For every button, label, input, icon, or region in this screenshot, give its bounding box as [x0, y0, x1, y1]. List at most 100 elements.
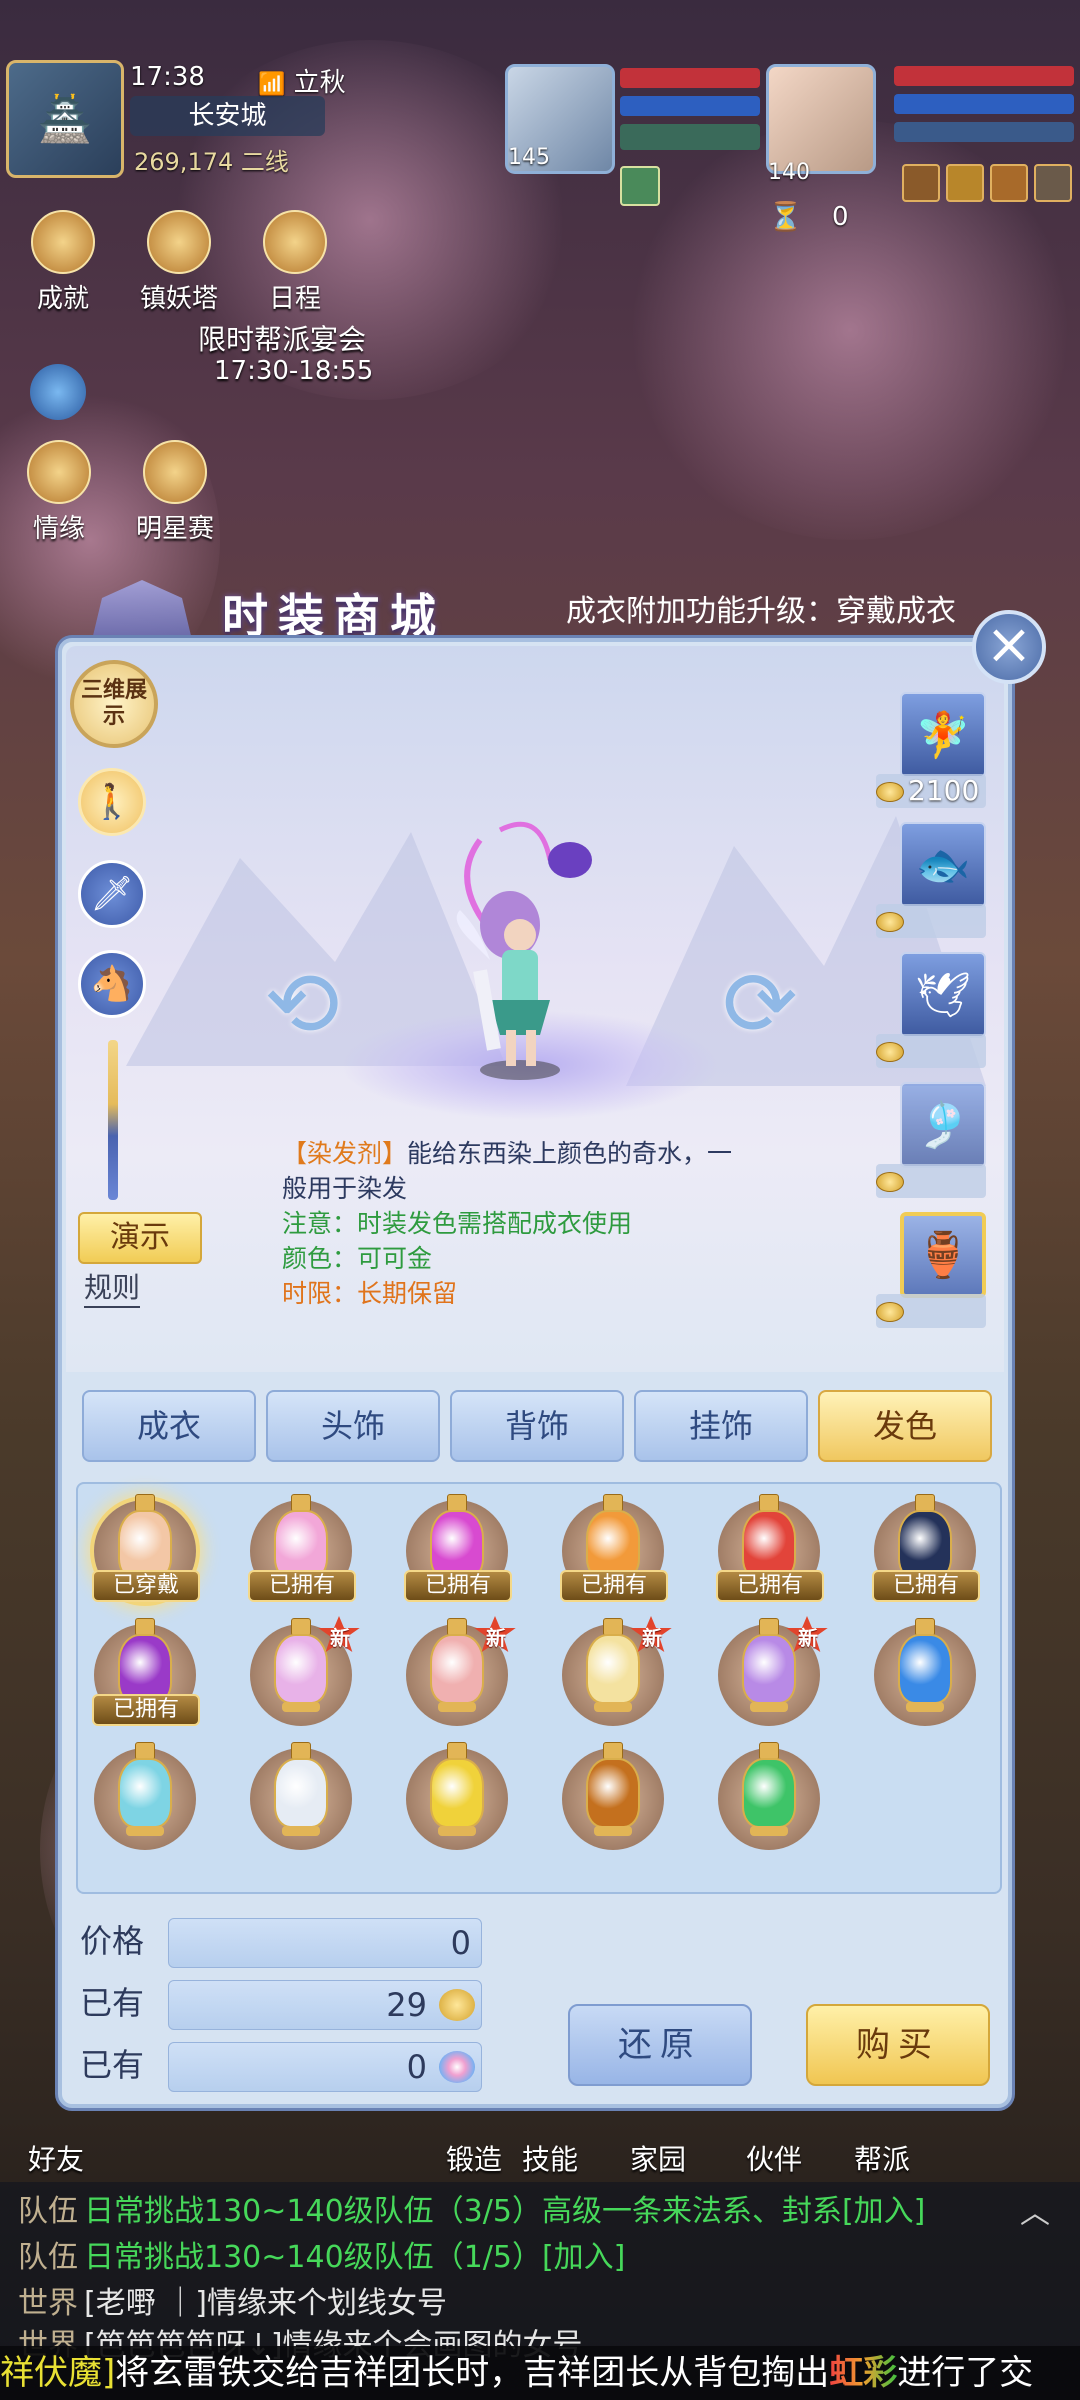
- dye-bottle-icon: [118, 1742, 172, 1838]
- hair-dye-item[interactable]: [402, 1740, 512, 1850]
- chat-message: 队伍 日常挑战130~140级队伍（3/5）高级一条来法系、封系[加入]: [18, 2194, 926, 2229]
- buy-button[interactable]: 购买: [806, 2004, 990, 2086]
- achievement-button[interactable]: 成就: [18, 210, 108, 315]
- owned-orb-row: 已有 0: [80, 2038, 482, 2092]
- status-buff-icons[interactable]: [902, 164, 1076, 204]
- owned-gold-value: 29: [168, 1980, 482, 2030]
- player-anger-bar: [894, 122, 1074, 142]
- pet-skill-icon[interactable]: [620, 166, 660, 206]
- owned-label: 已有: [80, 1984, 145, 2022]
- hair-dye-item[interactable]: 新: [558, 1616, 672, 1726]
- item-tag: 【染发剂】: [282, 1139, 408, 1168]
- announcement-marquee: 成衣附加功能升级：穿戴成衣: [566, 594, 956, 629]
- tab-hair-color[interactable]: 发色: [818, 1390, 992, 1462]
- restore-button[interactable]: 还原: [568, 2004, 752, 2086]
- romance-button[interactable]: 情缘: [14, 440, 104, 545]
- hair-dye-item[interactable]: 已拥有: [714, 1492, 824, 1602]
- player-portrait[interactable]: [766, 64, 876, 174]
- close-icon[interactable]: ×: [972, 610, 1046, 684]
- owned-gold-row: 已有 29: [80, 1976, 482, 2030]
- hair-dye-item[interactable]: 已拥有: [402, 1492, 512, 1602]
- side-item-pendant[interactable]: 🎐: [900, 1082, 986, 1168]
- hair-dye-item[interactable]: 新: [246, 1616, 360, 1726]
- demo-button[interactable]: 演示: [78, 1212, 202, 1264]
- price-label: 价格: [80, 1922, 145, 1960]
- nav-partner[interactable]: 伙伴: [746, 2138, 802, 2178]
- hair-dye-item[interactable]: 已拥有: [246, 1492, 356, 1602]
- dye-bottle-icon: [742, 1742, 796, 1838]
- tab-backwear[interactable]: 背饰: [450, 1390, 624, 1462]
- hair-dye-item[interactable]: 新: [714, 1616, 828, 1726]
- nav-guild[interactable]: 帮派: [854, 2138, 910, 2178]
- player-mp-bar: [894, 94, 1074, 114]
- hair-dye-item[interactable]: 已拥有: [558, 1492, 668, 1602]
- solar-term-label: 📶 立秋: [258, 68, 346, 98]
- hair-dye-item[interactable]: [714, 1740, 824, 1850]
- globe-icon[interactable]: [30, 364, 86, 420]
- event-time: 17:30-18:55: [214, 356, 374, 386]
- rotate-right-icon[interactable]: ⟳: [720, 950, 800, 1060]
- sword-icon[interactable]: 🗡: [78, 860, 146, 928]
- gold-coin-icon: [876, 1042, 904, 1062]
- gold-coin-icon: [876, 912, 904, 932]
- tower-icon: [147, 210, 211, 274]
- owned-orb-value: 0: [168, 2042, 482, 2092]
- side-item-hair-dye[interactable]: 🏺: [900, 1212, 986, 1298]
- person-icon[interactable]: 🚶: [78, 768, 146, 836]
- owned-badge: 已拥有: [92, 1694, 200, 1726]
- hair-dye-item[interactable]: 已拥有: [90, 1616, 200, 1726]
- shop-title: 时装商城: [222, 589, 446, 643]
- price-value: 0: [168, 1918, 482, 1968]
- chevron-up-icon[interactable]: ︿: [1020, 2188, 1050, 2232]
- character-model[interactable]: [430, 820, 610, 1080]
- nav-friends[interactable]: 好友: [28, 2138, 84, 2178]
- tassel-decoration: [108, 1040, 118, 1200]
- nav-home[interactable]: 家园: [630, 2138, 686, 2178]
- hair-dye-item[interactable]: [870, 1616, 980, 1726]
- coordinates-line: 269,174 二线: [134, 148, 289, 176]
- buff-count: 0: [832, 202, 849, 232]
- new-badge-label: 新: [486, 1626, 506, 1650]
- calendar-icon: [263, 210, 327, 274]
- chat-message: 世界 [老嘢 ｜]情缘来个划线女号: [18, 2286, 447, 2321]
- demon-tower-button[interactable]: 镇妖塔: [134, 210, 224, 315]
- hair-dye-item[interactable]: [558, 1740, 668, 1850]
- star-icon: [143, 440, 207, 504]
- buff-icon[interactable]: [1034, 164, 1072, 202]
- buff-icon[interactable]: [946, 164, 984, 202]
- city-name[interactable]: 长安城: [130, 96, 325, 136]
- tab-headwear[interactable]: 头饰: [266, 1390, 440, 1462]
- nav-skills[interactable]: 技能: [522, 2138, 578, 2178]
- schedule-button[interactable]: 日程: [250, 210, 340, 315]
- buff-icon[interactable]: [902, 164, 940, 202]
- event-title[interactable]: 限时帮派宴会: [198, 318, 366, 358]
- nav-forge[interactable]: 锻造: [446, 2138, 502, 2178]
- hair-dye-item[interactable]: 已穿戴: [90, 1492, 200, 1602]
- side-item-outfit[interactable]: 🧚: [900, 692, 986, 778]
- hair-dye-item[interactable]: [90, 1740, 200, 1850]
- buff-icon[interactable]: [990, 164, 1028, 202]
- hair-dye-item[interactable]: 已拥有: [870, 1492, 980, 1602]
- pet-hp-bar: [620, 68, 760, 88]
- gold-coin-icon: [876, 782, 904, 802]
- category-tabs: 成衣 头饰 背饰 挂饰 发色: [82, 1390, 994, 1464]
- rules-link[interactable]: 规则: [84, 1266, 141, 1308]
- gold-coin-icon: [876, 1302, 904, 1322]
- chat-message: 队伍 日常挑战130~140级队伍（1/5）[加入]: [18, 2240, 626, 2275]
- hair-dye-item[interactable]: 新: [402, 1616, 516, 1726]
- side-item-back[interactable]: 🕊: [900, 952, 986, 1038]
- pet-exp-bar: [620, 124, 760, 150]
- rotate-left-icon[interactable]: ⟲: [262, 950, 342, 1060]
- star-contest-button[interactable]: 明星赛: [130, 440, 220, 545]
- hair-dye-item[interactable]: [246, 1740, 356, 1850]
- wifi-icon: 📶: [258, 72, 286, 97]
- view-3d-button[interactable]: 三维展示: [70, 660, 158, 748]
- hair-color-grid: 已穿戴 已拥有 已拥有 已拥有 已拥有 已拥有 已拥有新新新新: [76, 1482, 1002, 1894]
- minimap-button[interactable]: 🏯: [6, 60, 124, 178]
- owned-label: 已有: [80, 2046, 145, 2084]
- dye-bottle-icon: [430, 1742, 484, 1838]
- tab-outfit[interactable]: 成衣: [82, 1390, 256, 1462]
- tab-pendant[interactable]: 挂饰: [634, 1390, 808, 1462]
- horse-icon[interactable]: 🐴: [78, 950, 146, 1018]
- side-item-headwear[interactable]: 🐟: [900, 822, 986, 908]
